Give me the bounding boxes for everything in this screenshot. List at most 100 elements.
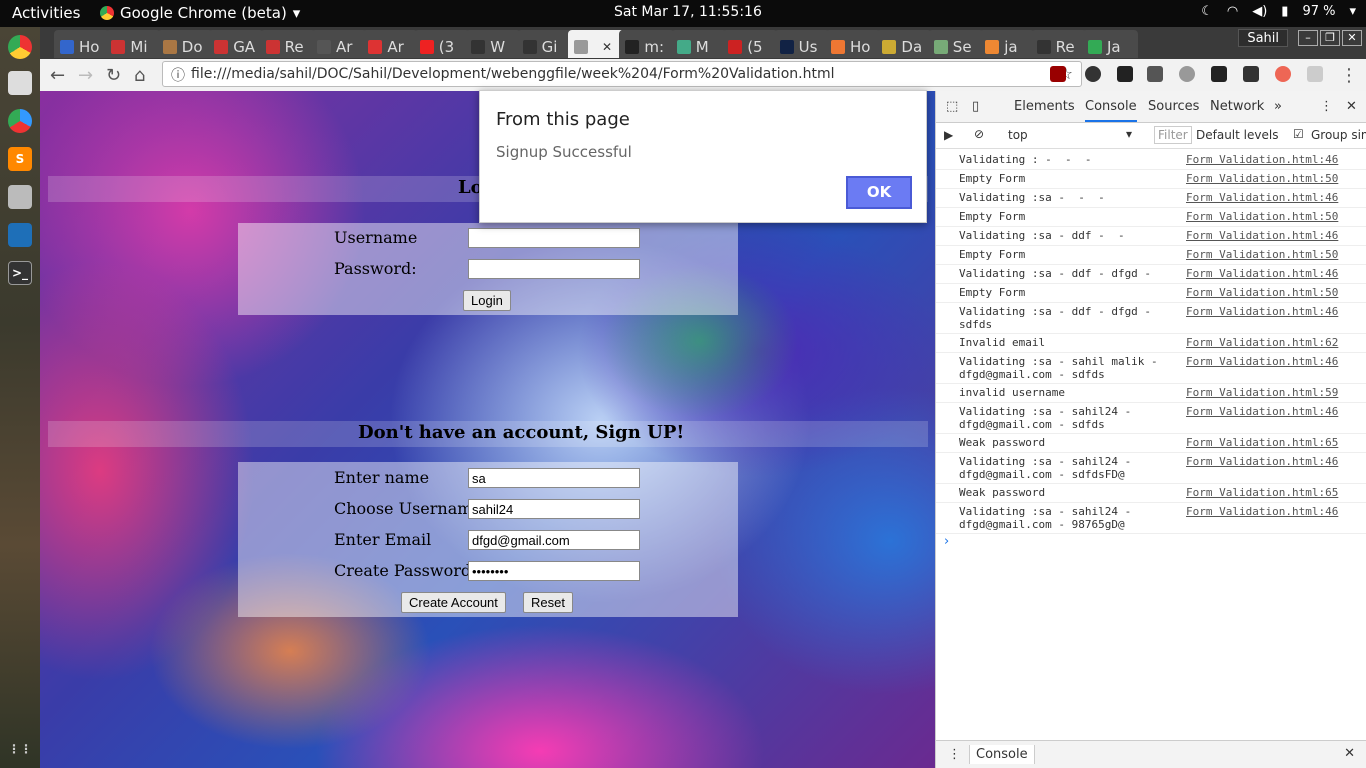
address-bar[interactable]: ⓘ file:///media/sahil/DOC/Sahil/Developm… (162, 61, 1082, 87)
filter-input[interactable]: Filter (1154, 126, 1192, 144)
browser-tab[interactable]: Re (259, 30, 316, 58)
clear-console-icon[interactable]: ⊘ (974, 127, 984, 141)
log-source-link[interactable]: Form Validation.html:59 (1186, 386, 1338, 399)
camera-icon[interactable] (8, 185, 32, 209)
log-source-link[interactable]: Form Validation.html:46 (1186, 229, 1338, 242)
activities-button[interactable]: Activities (12, 4, 80, 22)
inspect-icon[interactable]: ⬚ (946, 99, 958, 114)
tab-sources[interactable]: Sources (1148, 99, 1199, 114)
browser-tab[interactable]: Gi (516, 30, 573, 58)
drawer-menu-icon[interactable]: ⋮ (948, 747, 961, 762)
browser-tab[interactable]: Ho (825, 30, 881, 58)
tab-console[interactable]: Console (1085, 99, 1137, 122)
tab-network[interactable]: Network (1210, 99, 1264, 114)
sublime-text-icon[interactable]: S (8, 147, 32, 171)
menu-icon[interactable]: ⋮ (1340, 65, 1358, 86)
extension-icon[interactable] (1211, 66, 1227, 82)
browser-tab[interactable]: Us (773, 30, 830, 58)
forward-icon[interactable]: → (78, 65, 93, 86)
back-icon[interactable]: ← (50, 65, 65, 86)
app-grid-icon[interactable]: ⋮⋮ (8, 737, 32, 761)
browser-tab[interactable]: Se (927, 30, 984, 58)
create-account-button[interactable]: Create Account (401, 592, 506, 613)
log-source-link[interactable]: Form Validation.html:46 (1186, 305, 1338, 318)
close-window-button[interactable]: ✕ (1342, 30, 1362, 46)
email-input[interactable] (468, 530, 640, 550)
log-source-link[interactable]: Form Validation.html:50 (1186, 172, 1338, 185)
log-source-link[interactable]: Form Validation.html:65 (1186, 436, 1338, 449)
log-source-link[interactable]: Form Validation.html:46 (1186, 191, 1338, 204)
browser-tab[interactable]: GA (208, 30, 265, 58)
browser-tab[interactable]: (5 (722, 30, 779, 58)
log-source-link[interactable]: Form Validation.html:65 (1186, 486, 1338, 499)
devtools-menu-icon[interactable]: ⋮ (1320, 99, 1333, 114)
console-prompt-icon[interactable]: › (944, 534, 949, 549)
reload-icon[interactable]: ↻ (106, 65, 121, 86)
log-source-link[interactable]: Form Validation.html:46 (1186, 153, 1338, 166)
choose-username-input[interactable] (468, 499, 640, 519)
password-input[interactable] (468, 259, 640, 279)
context-selector[interactable]: top (1008, 128, 1028, 142)
extension-icon[interactable] (1085, 66, 1101, 82)
browser-tab[interactable]: Mi (105, 30, 162, 58)
log-source-link[interactable]: Form Validation.html:46 (1186, 505, 1338, 518)
login-button[interactable]: Login (463, 290, 511, 311)
log-source-link[interactable]: Form Validation.html:62 (1186, 336, 1338, 349)
name-input[interactable] (468, 468, 640, 488)
profile-button[interactable]: Sahil (1238, 29, 1288, 47)
extension-icon[interactable] (1307, 66, 1323, 82)
close-tab-icon[interactable]: ✕ (602, 40, 612, 54)
browser-tab[interactable]: Do (156, 30, 213, 58)
browser-tab[interactable]: Ho (54, 30, 110, 58)
clock[interactable]: Sat Mar 17, 11:55:16 (614, 4, 762, 20)
sidebar-toggle-icon[interactable]: ▶ (944, 128, 953, 142)
browser-tab[interactable]: Re (1030, 30, 1087, 58)
log-source-link[interactable]: Form Validation.html:50 (1186, 210, 1338, 223)
system-tray[interactable]: ☾ ◠ ◀) ▮ 97 % ▾ (1201, 4, 1356, 19)
files-icon[interactable] (8, 71, 32, 95)
chrome-beta-icon[interactable] (8, 109, 32, 133)
drawer-tab-console[interactable]: Console (969, 745, 1035, 764)
browser-tab[interactable]: (3 (413, 30, 470, 58)
log-source-link[interactable]: Form Validation.html:46 (1186, 455, 1338, 468)
home-icon[interactable]: ⌂ (134, 65, 145, 86)
log-levels-dropdown[interactable]: Default levels (1196, 128, 1278, 142)
ok-button[interactable]: OK (846, 176, 912, 209)
browser-tab[interactable]: m: (619, 30, 676, 58)
browser-tab[interactable]: ✕ (568, 30, 624, 58)
log-source-link[interactable]: Form Validation.html:50 (1186, 286, 1338, 299)
vscode-icon[interactable] (8, 223, 32, 247)
extension-icon[interactable] (1117, 66, 1133, 82)
chrome-launcher-icon[interactable] (8, 35, 32, 59)
close-drawer-icon[interactable]: ✕ (1344, 746, 1355, 761)
create-password-input[interactable] (468, 561, 640, 581)
info-icon[interactable]: ⓘ (171, 65, 185, 85)
browser-tab[interactable]: Ar (362, 30, 419, 58)
browser-tab[interactable]: Ja (1082, 30, 1138, 58)
group-similar-checkbox[interactable]: ☑ (1293, 127, 1304, 141)
more-tabs-icon[interactable]: » (1274, 99, 1282, 114)
browser-tab[interactable]: Da (876, 30, 933, 58)
app-menu[interactable]: Google Chrome (beta) ▾ (100, 4, 300, 22)
restore-button[interactable]: ❐ (1320, 30, 1340, 46)
extension-icon[interactable] (1179, 66, 1195, 82)
reset-button[interactable]: Reset (523, 592, 573, 613)
browser-tab[interactable]: M (670, 30, 727, 58)
close-devtools-icon[interactable]: ✕ (1346, 99, 1357, 114)
device-toolbar-icon[interactable]: ▯ (972, 99, 979, 114)
extension-icon[interactable] (1275, 66, 1291, 82)
minimize-button[interactable]: – (1298, 30, 1318, 46)
log-source-link[interactable]: Form Validation.html:46 (1186, 405, 1338, 418)
log-source-link[interactable]: Form Validation.html:46 (1186, 355, 1338, 368)
browser-tab[interactable]: Ar (311, 30, 367, 58)
browser-tab[interactable]: ja (979, 30, 1036, 58)
log-source-link[interactable]: Form Validation.html:50 (1186, 248, 1338, 261)
browser-tab[interactable]: W (465, 30, 522, 58)
ublock-icon[interactable] (1050, 66, 1066, 82)
log-source-link[interactable]: Form Validation.html:46 (1186, 267, 1338, 280)
username-input[interactable] (468, 228, 640, 248)
extension-icon[interactable] (1243, 66, 1259, 82)
terminal-icon[interactable]: >_ (8, 261, 32, 285)
extension-icon[interactable] (1147, 66, 1163, 82)
tab-elements[interactable]: Elements (1014, 99, 1075, 114)
